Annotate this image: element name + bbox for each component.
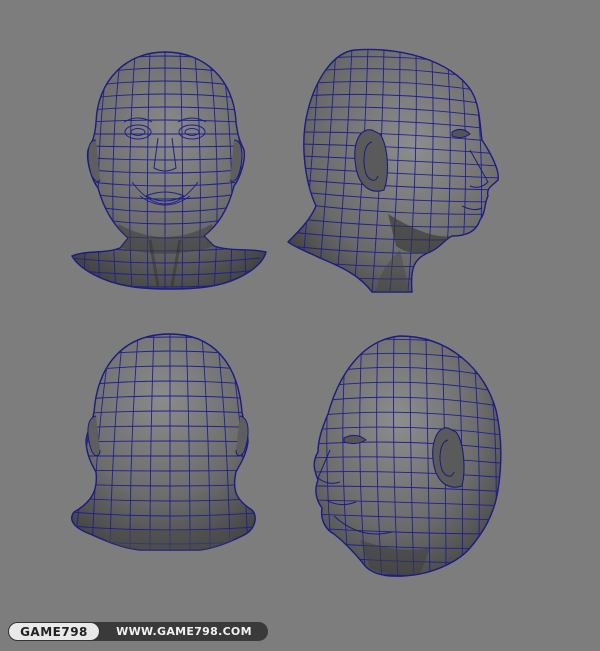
head-model-three-quarter-view <box>313 335 502 577</box>
watermark-brand: GAME798 <box>8 622 100 641</box>
watermark-bar: GAME798 WWW.GAME798.COM <box>8 622 268 641</box>
head-model-front-view <box>71 51 267 290</box>
head-model-back-view <box>71 333 256 551</box>
render-canvas <box>71 48 502 577</box>
head-model-side-view <box>286 48 499 293</box>
viewport: GAME798 WWW.GAME798.COM <box>0 0 600 651</box>
watermark-url: WWW.GAME798.COM <box>116 625 252 638</box>
